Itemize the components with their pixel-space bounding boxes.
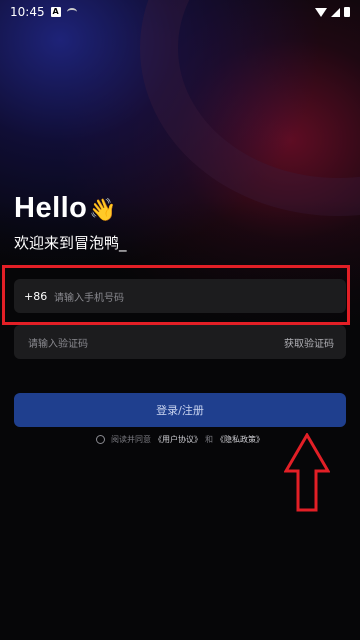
get-code-button[interactable]: 获取验证码 xyxy=(284,335,334,350)
waving-hand-icon: 👋 xyxy=(89,197,118,222)
hello-heading: Hello👋 xyxy=(14,192,117,225)
welcome-text: 欢迎来到冒泡鸭_ xyxy=(14,234,127,252)
status-time: 10:45 xyxy=(10,5,45,19)
background-arc xyxy=(140,0,360,216)
annotation-highlight-box xyxy=(2,265,350,325)
code-placeholder: 请输入验证码 xyxy=(28,338,88,350)
login-register-button[interactable]: 登录/注册 xyxy=(14,393,346,427)
status-left: 10:45 A xyxy=(10,5,77,19)
verification-code-input[interactable]: 请输入验证码 获取验证码 xyxy=(14,325,346,359)
agreement-prefix: 阅读并同意 xyxy=(111,435,151,444)
status-right xyxy=(315,7,350,17)
agreement-and: 和 xyxy=(205,435,213,444)
battery-icon xyxy=(344,7,350,17)
notification-wave-icon xyxy=(66,8,77,16)
agree-radio-icon[interactable] xyxy=(96,435,105,444)
hello-text: Hello xyxy=(14,192,88,224)
privacy-policy-link[interactable]: 《隐私政策》 xyxy=(216,434,264,445)
annotation-up-arrow-icon xyxy=(284,433,330,512)
user-agreement-link[interactable]: 《用户协议》 xyxy=(154,434,202,445)
status-bar: 10:45 A xyxy=(0,0,360,24)
wifi-icon xyxy=(315,7,327,17)
notification-a-icon: A xyxy=(50,7,61,17)
signal-icon xyxy=(331,7,340,17)
